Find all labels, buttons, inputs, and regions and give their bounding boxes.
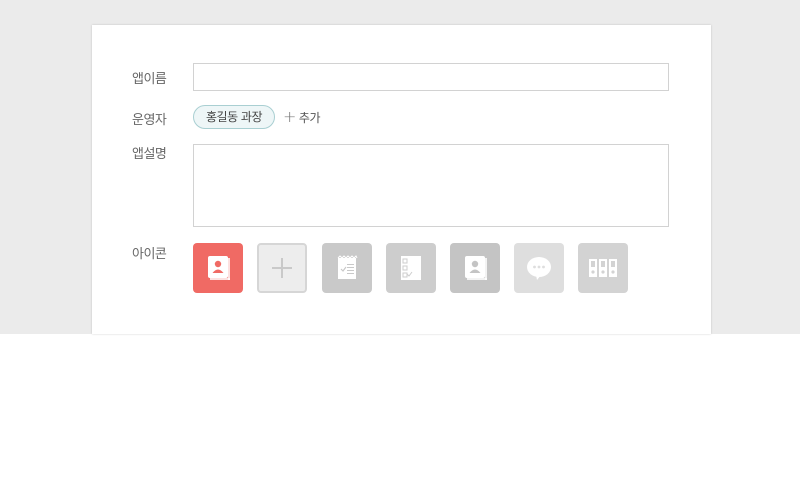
plus-icon: +	[283, 107, 296, 126]
description-label: 앱설명	[132, 147, 167, 162]
app-settings-panel: 앱이름 운영자 홍길동 과장 + 추가 앱설명 아이콘	[92, 25, 711, 334]
icon-option-contact-book[interactable]	[193, 243, 243, 293]
description-textarea[interactable]	[193, 144, 669, 227]
icon-option-contact-book-gray[interactable]	[450, 243, 500, 293]
add-operator-label: 추가	[298, 111, 321, 125]
notepad-icon	[337, 255, 358, 279]
binders-icon	[589, 259, 617, 277]
app-name-input[interactable]	[193, 63, 669, 91]
icon-option-add[interactable]	[257, 243, 307, 293]
chat-bubble-icon	[527, 257, 551, 280]
contact-book-icon	[465, 256, 487, 280]
add-operator-button[interactable]: + 추가	[283, 107, 321, 126]
icon-option-binders[interactable]	[578, 243, 628, 293]
checklist-icon	[401, 256, 421, 280]
operator-chip[interactable]: 홍길동 과장	[193, 105, 276, 129]
icon-option-checklist[interactable]	[386, 243, 436, 293]
icon-option-chat[interactable]	[514, 243, 564, 293]
icon-label: 아이콘	[132, 247, 167, 262]
app-name-label: 앱이름	[132, 72, 167, 87]
icon-option-notepad[interactable]	[322, 243, 372, 293]
contact-book-icon	[208, 256, 230, 280]
operator-label: 운영자	[132, 113, 167, 128]
add-icon	[272, 258, 292, 278]
